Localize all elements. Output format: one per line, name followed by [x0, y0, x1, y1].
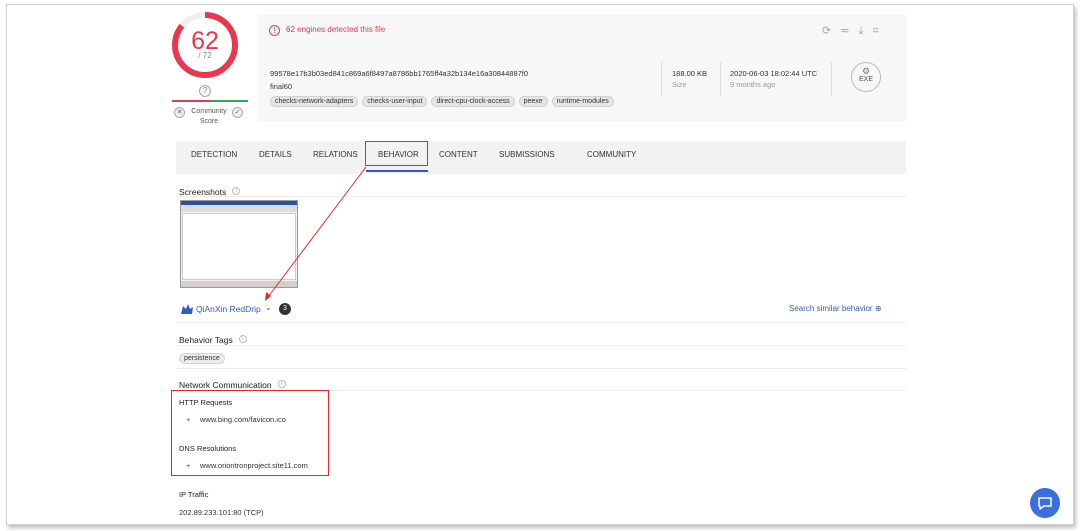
- community-score-label: Community Score: [191, 108, 227, 125]
- search-icon: ⊕: [874, 304, 882, 313]
- divider: [176, 368, 906, 369]
- divider: [831, 62, 832, 96]
- detection-alert: 62 engines detected this file: [286, 25, 386, 34]
- sandbox-screenshot-thumbnail[interactable]: [180, 200, 298, 288]
- active-tab-indicator: [366, 170, 428, 172]
- expand-icon[interactable]: +: [186, 461, 200, 470]
- divider: [176, 322, 906, 323]
- file-type-icon: ⚙ EXE: [851, 62, 881, 92]
- http-request-url: www.bing.com/favicon.ico: [200, 415, 286, 424]
- qianxin-logo-icon: [181, 304, 193, 314]
- vote-harmless-icon[interactable]: ✓: [232, 107, 243, 118]
- sandbox-count-badge: 3: [279, 303, 291, 315]
- file-tag[interactable]: direct-cpu-clock-access: [431, 96, 515, 107]
- chevron-down-icon[interactable]: ⌄: [265, 303, 272, 312]
- similar-icon[interactable]: ≂: [840, 25, 858, 37]
- alert-icon: !: [269, 25, 280, 36]
- screenshots-heading: Screenshots i: [179, 182, 241, 200]
- graph-icon[interactable]: ⌗: [872, 25, 887, 37]
- tab-content[interactable]: CONTENT: [439, 150, 478, 159]
- community-score-bar: [172, 100, 248, 102]
- exe-glyph-icon: ⚙: [861, 66, 871, 76]
- dns-resolution-host: www.oriontronproject.site11.com: [200, 461, 308, 470]
- divider: [176, 196, 906, 197]
- info-icon: i: [232, 186, 241, 195]
- file-tag[interactable]: runtime-modules: [551, 96, 614, 107]
- behavior-tab-highlight: [365, 141, 428, 166]
- search-similar-behavior-link[interactable]: Search similar behavior ⊕: [789, 304, 882, 313]
- behavior-tag[interactable]: persistence: [179, 353, 225, 364]
- reanalyze-icon[interactable]: ⟳: [822, 25, 840, 37]
- divider: [176, 345, 906, 346]
- ip-traffic-item: 202.89.233.101:80 (TCP): [179, 508, 264, 517]
- ip-traffic-label: IP Traffic: [179, 490, 209, 499]
- engines-total: / 72: [198, 51, 212, 60]
- vote-malicious-icon[interactable]: ✕: [174, 107, 185, 118]
- info-icon: i: [277, 379, 286, 388]
- tab-community[interactable]: COMMUNITY: [587, 150, 636, 159]
- sandbox-selector[interactable]: QiAnXin RedDrip: [196, 304, 261, 314]
- tab-details[interactable]: DETAILS: [259, 150, 292, 159]
- dns-resolutions-label: DNS Resolutions: [179, 444, 237, 453]
- info-icon: i: [238, 334, 247, 343]
- download-icon[interactable]: ⤓: [858, 25, 872, 37]
- file-hash[interactable]: 99578e17b3b03ed841c869a6f8497a8786bb1765…: [270, 69, 528, 78]
- last-analysis-relative: 9 months ago: [730, 80, 776, 89]
- file-tag[interactable]: peexe: [518, 96, 548, 107]
- http-request-item[interactable]: + www.bing.com/favicon.ico: [186, 415, 286, 424]
- file-tag[interactable]: checks-user-input: [362, 96, 428, 107]
- file-tags: checks-network-adapters checks-user-inpu…: [270, 96, 614, 107]
- community-score-unknown-icon: ?: [199, 85, 211, 97]
- behavior-tags-label: Behavior Tags: [179, 335, 233, 345]
- tab-submissions[interactable]: SUBMISSIONS: [499, 150, 555, 159]
- file-type-label: EXE: [858, 76, 873, 83]
- divider: [720, 62, 721, 96]
- network-communication-label: Network Communication: [179, 380, 272, 390]
- file-size: 188.00 KB: [672, 69, 708, 78]
- file-tag[interactable]: checks-network-adapters: [270, 96, 359, 107]
- chat-support-button[interactable]: [1030, 488, 1060, 518]
- toolbar-icons: ⟳≂⤓⌗: [822, 24, 888, 38]
- thumbnail-window: [182, 213, 296, 280]
- dns-resolution-item[interactable]: + www.oriontronproject.site11.com: [186, 461, 308, 470]
- chat-icon: [1038, 497, 1052, 510]
- thumbnail-menubar: [181, 205, 297, 212]
- divider: [661, 62, 662, 96]
- search-similar-label: Search similar behavior: [789, 304, 873, 313]
- tab-relations[interactable]: RELATIONS: [313, 150, 358, 159]
- file-name: final60: [270, 82, 293, 91]
- http-requests-label: HTTP Requests: [179, 398, 233, 407]
- tab-detection[interactable]: DETECTION: [191, 150, 237, 159]
- expand-icon[interactable]: +: [186, 415, 200, 424]
- thumbnail-taskbar: [181, 281, 297, 287]
- file-size-label: Size: [672, 80, 687, 89]
- last-analysis-date: 2020-06-03 18:02:44 UTC: [730, 69, 818, 78]
- detection-score-ring: 62 / 72: [170, 10, 240, 80]
